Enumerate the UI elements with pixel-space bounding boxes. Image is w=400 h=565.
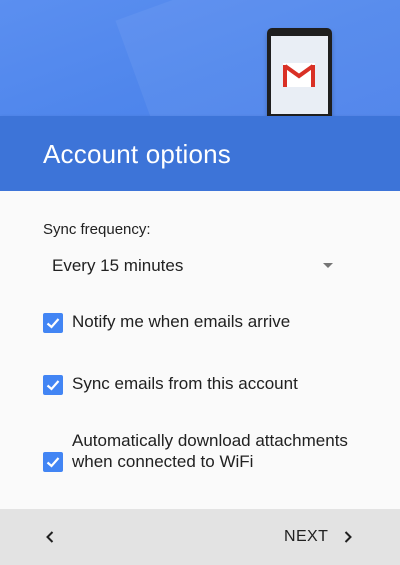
phone-screen [271,36,328,114]
notify-label: Notify me when emails arrive [72,312,291,331]
header-decoration [115,0,400,116]
dropdown-arrow-icon [323,263,333,268]
checkmark-icon [46,380,60,391]
header-banner [0,0,400,116]
chevron-left-icon [46,531,54,543]
notify-checkbox[interactable] [43,313,63,333]
sync-frequency-value: Every 15 minutes [52,256,184,275]
checkmark-icon [46,457,60,468]
phone-illustration [267,28,332,123]
next-button[interactable]: NEXT [274,517,370,557]
auto-download-checkbox[interactable] [43,452,63,472]
sync-emails-label: Sync emails from this account [72,374,298,393]
sync-frequency-dropdown[interactable]: Every 15 minutes [43,251,343,281]
options-content: Sync frequency: Every 15 minutes Notify … [0,191,400,509]
page-title: Account options [43,139,232,169]
account-options-screen: Account options Sync frequency: Every 15… [0,0,400,565]
auto-download-option[interactable]: Automatically download attachments when … [43,430,363,496]
back-button[interactable] [30,517,70,557]
sync-emails-checkbox[interactable] [43,375,63,395]
gmail-logo-icon [283,63,315,87]
chevron-right-icon [344,531,352,543]
notify-option[interactable]: Notify me when emails arrive [43,311,363,335]
sync-frequency-label: Sync frequency: [43,221,151,238]
next-label: NEXT [284,528,329,545]
sync-emails-option[interactable]: Sync emails from this account [43,373,363,397]
checkmark-icon [46,318,60,329]
auto-download-label: Automatically download attachments when … [72,431,348,471]
footer-nav: NEXT [0,509,400,565]
